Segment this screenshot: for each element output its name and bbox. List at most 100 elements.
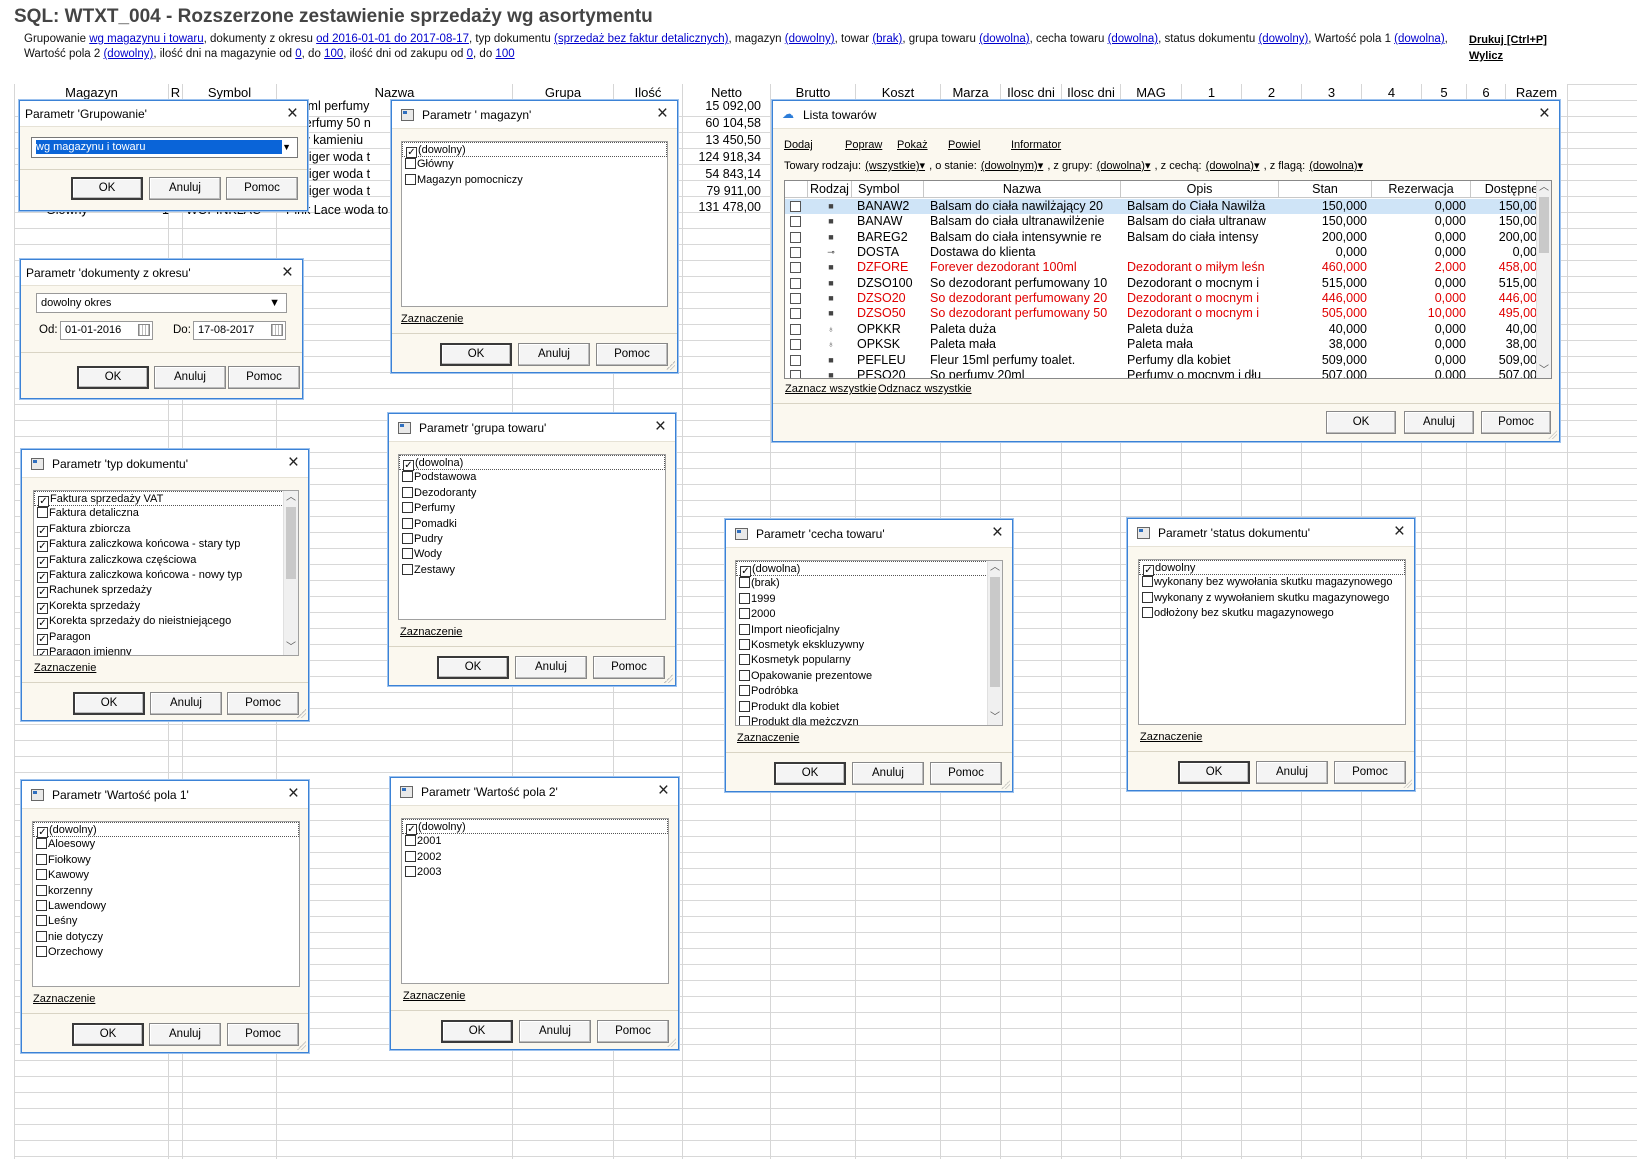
selection-link[interactable]: Zaznaczenie — [400, 626, 462, 638]
parameter-link[interactable]: (dowolna) — [979, 33, 1030, 45]
parameter-link[interactable]: wg magazynu i towaru — [89, 33, 203, 45]
list-item[interactable]: Magazyn pomocniczy — [402, 173, 667, 188]
close-icon[interactable]: × — [1394, 520, 1405, 544]
col-header-nazwa[interactable]: Nazwa — [924, 181, 1121, 198]
list-item[interactable]: Dezodoranty — [399, 486, 665, 501]
checkbox[interactable]: ✓ — [37, 827, 48, 838]
ok-button[interactable]: OK — [441, 1020, 513, 1043]
checkbox[interactable] — [402, 486, 413, 498]
list-item[interactable]: ✓ Faktura zaliczkowa końcowa - stary typ — [34, 537, 298, 553]
checkbox[interactable] — [739, 638, 750, 650]
list-item[interactable]: Perfumy — [399, 501, 665, 516]
cancel-button[interactable]: Anuluj — [154, 366, 226, 389]
help-button[interactable]: Pomoc — [227, 1023, 299, 1046]
list-item[interactable]: Lawendowy — [33, 899, 299, 914]
grouping-select[interactable]: wg magazynu i towaru ▼ — [31, 137, 298, 158]
table-row[interactable]: ♁ OPKSK Paleta mała Paleta mała 38,000 0,000 3… — [785, 337, 1537, 352]
table-row[interactable]: ■ PEFLEU Fleur 15ml perfumy toalet. Perfumy… — [785, 353, 1537, 368]
checkbox[interactable] — [36, 838, 47, 850]
ok-button[interactable]: OK — [77, 366, 149, 389]
chevron-down-icon[interactable]: ﹀ — [1537, 364, 1551, 378]
row-checkbox[interactable] — [790, 339, 801, 351]
parameter-link[interactable]: (dowolna) — [1108, 33, 1159, 45]
close-icon[interactable]: × — [288, 451, 299, 475]
close-icon[interactable]: × — [288, 782, 299, 806]
list-item[interactable]: ✓ Korekta sprzedaży — [34, 599, 298, 614]
list-item[interactable]: korzenny — [33, 884, 299, 899]
row-checkbox[interactable] — [790, 231, 801, 243]
resize-grip[interactable] — [664, 674, 673, 683]
checkbox[interactable] — [739, 669, 750, 681]
selection-link[interactable]: Zaznaczenie — [1140, 731, 1202, 743]
checkbox[interactable] — [36, 930, 47, 942]
selection-link[interactable]: Zaznaczenie — [33, 993, 95, 1005]
list-item[interactable]: Podróbka — [736, 684, 1002, 699]
checkbox[interactable]: ✓ — [37, 541, 48, 553]
cancel-button[interactable]: Anuluj — [149, 177, 221, 200]
ok-button[interactable]: OK — [774, 762, 846, 785]
selection-link[interactable]: Zaznaczenie — [401, 313, 463, 325]
close-icon[interactable]: × — [282, 261, 293, 285]
document-type-list[interactable]: ✓ Faktura sprzedaży VAT Faktura detaliczna… — [33, 490, 299, 656]
products-table[interactable]: Rodzaj Symbol Nazwa Opis Stan Rezerwacja… — [784, 180, 1552, 379]
parameter-link[interactable]: (dowolny) — [785, 33, 835, 45]
cancel-button[interactable]: Anuluj — [518, 343, 590, 366]
list-item[interactable]: Wody — [399, 547, 665, 562]
list-item[interactable]: Pomadki — [399, 517, 665, 532]
column-header[interactable]: 2 — [1242, 84, 1301, 101]
dialog-titlebar[interactable]: Parametr 'cecha towaru' × — [726, 520, 1012, 548]
dialog-titlebar[interactable]: Parametr 'Wartość pola 1' × — [22, 781, 308, 809]
checkbox[interactable] — [36, 915, 47, 927]
dialog-titlebar[interactable]: Parametr 'Grupowanie' × — [20, 101, 307, 127]
close-icon[interactable]: × — [287, 102, 298, 126]
selection-link[interactable]: Zaznaczenie — [34, 662, 96, 674]
cancel-button[interactable]: Anuluj — [519, 1020, 591, 1043]
row-checkbox[interactable] — [790, 201, 801, 212]
resize-grip[interactable] — [1548, 430, 1557, 439]
checkbox[interactable] — [739, 715, 750, 725]
list-item[interactable]: 2003 — [402, 865, 668, 880]
list-item[interactable]: 2001 — [402, 834, 668, 849]
checkbox[interactable]: ✓ — [37, 525, 48, 537]
dialog-titlebar[interactable]: Parametr 'grupa towaru' × — [389, 414, 675, 442]
checkbox[interactable] — [37, 507, 48, 519]
resize-grip[interactable] — [1001, 780, 1010, 789]
checkbox[interactable]: ✓ — [37, 648, 48, 655]
checkbox[interactable] — [1142, 607, 1153, 619]
informator-button[interactable]: Informator — [1011, 139, 1061, 151]
column-header[interactable]: 5 — [1422, 84, 1466, 101]
list-item[interactable]: ✓ (dowolny) — [402, 819, 668, 835]
ok-button[interactable]: OK — [72, 1023, 144, 1046]
vertical-scrollbar[interactable]: ︿ ﹀ — [987, 561, 1002, 725]
checkbox[interactable] — [36, 884, 47, 896]
chevron-up-icon[interactable]: ︿ — [284, 491, 298, 505]
chevron-up-icon[interactable]: ︿ — [1537, 181, 1551, 195]
parameter-link[interactable]: (brak) — [872, 33, 902, 45]
checkbox[interactable] — [36, 899, 47, 911]
parameter-link[interactable]: (dowolny) — [1258, 33, 1308, 45]
checkbox[interactable] — [739, 654, 750, 666]
help-button[interactable]: Pomoc — [228, 366, 300, 389]
dialog-titlebar[interactable]: Parametr 'typ dokumentu' × — [22, 450, 308, 478]
column-header[interactable]: R — [169, 84, 182, 101]
parameter-link[interactable]: 100 — [324, 48, 343, 60]
list-item[interactable]: Import nieoficjalny — [736, 623, 1002, 638]
help-button[interactable]: Pomoc — [227, 692, 299, 715]
column-header[interactable]: MAG — [1121, 84, 1181, 101]
ok-button[interactable]: OK — [71, 177, 143, 200]
help-button[interactable]: Pomoc — [226, 177, 298, 200]
warehouse-list[interactable]: ✓ (dowolny) Główny Magazyn pomocniczy — [401, 141, 668, 307]
add-button[interactable]: Dodaj — [784, 139, 813, 151]
column-header[interactable]: Brutto — [771, 84, 855, 101]
checkbox[interactable] — [739, 685, 750, 697]
list-item[interactable]: Aloesowy — [33, 837, 299, 852]
type-filter[interactable]: (wszystkie)▾ — [865, 160, 925, 172]
resize-grip[interactable] — [666, 361, 675, 370]
list-item[interactable]: Faktura detaliczna — [34, 506, 298, 521]
print-link[interactable]: Drukuj [Ctrl+P] — [1469, 34, 1547, 46]
chevron-down-icon[interactable]: ﹀ — [988, 711, 1002, 725]
close-icon[interactable]: × — [658, 779, 669, 803]
list-item[interactable]: ✓ Paragon imienny — [34, 645, 298, 655]
checkbox[interactable] — [1142, 576, 1153, 588]
selection-link[interactable]: Zaznaczenie — [737, 732, 799, 744]
